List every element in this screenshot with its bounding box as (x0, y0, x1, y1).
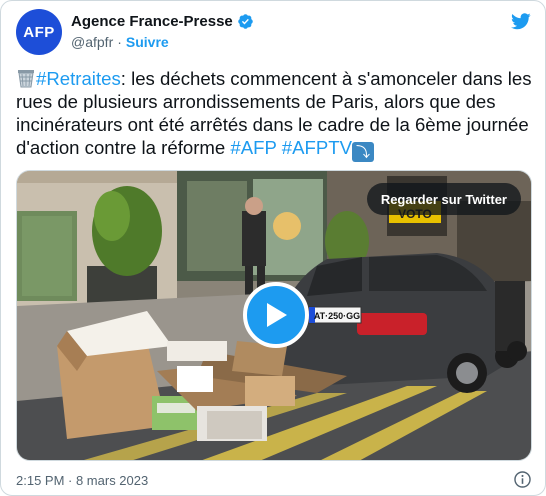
avatar-logo-text: AFP (23, 23, 55, 41)
license-plate-text: AT·250·GG (314, 311, 360, 321)
verified-badge-icon (237, 14, 253, 29)
hashtag-retraites[interactable]: #Retraites (36, 68, 121, 89)
tweet-header: AFP Agence France-Presse @afpfr · Suivre (16, 9, 532, 55)
handle-row: @afpfr · Suivre (71, 34, 169, 50)
tweet-footer: 2:15 PM · 8 mars 2023 (16, 470, 532, 490)
author-name[interactable]: Agence France-Presse (71, 13, 233, 30)
video-player[interactable]: VOTO AT·250·GG (16, 170, 532, 461)
separator-dot: · (117, 34, 122, 50)
tweet-timestamp[interactable]: 2:15 PM · 8 mars 2023 (16, 473, 148, 488)
avatar[interactable]: AFP (16, 9, 62, 55)
down-arrow-emoji-icon: ⤵ (352, 142, 374, 162)
twitter-bird-icon[interactable] (510, 11, 532, 31)
info-icon[interactable] (513, 470, 532, 489)
tweet-card: AFP Agence France-Presse @afpfr · Suivre… (0, 0, 546, 496)
watch-on-twitter-button[interactable]: Regarder sur Twitter (366, 183, 521, 215)
wastebasket-emoji-icon (18, 70, 34, 88)
play-button[interactable] (243, 282, 309, 348)
author-name-row: Agence France-Presse (71, 13, 254, 30)
tweet-text: #Retraites: les déchets commencent à s'a… (16, 67, 532, 162)
author-handle[interactable]: @afpfr (71, 34, 113, 50)
hashtag-afp[interactable]: #AFP (230, 137, 276, 158)
follow-button[interactable]: Suivre (126, 34, 169, 50)
hashtag-afptv[interactable]: #AFPTV (282, 137, 352, 158)
play-icon (267, 303, 287, 327)
